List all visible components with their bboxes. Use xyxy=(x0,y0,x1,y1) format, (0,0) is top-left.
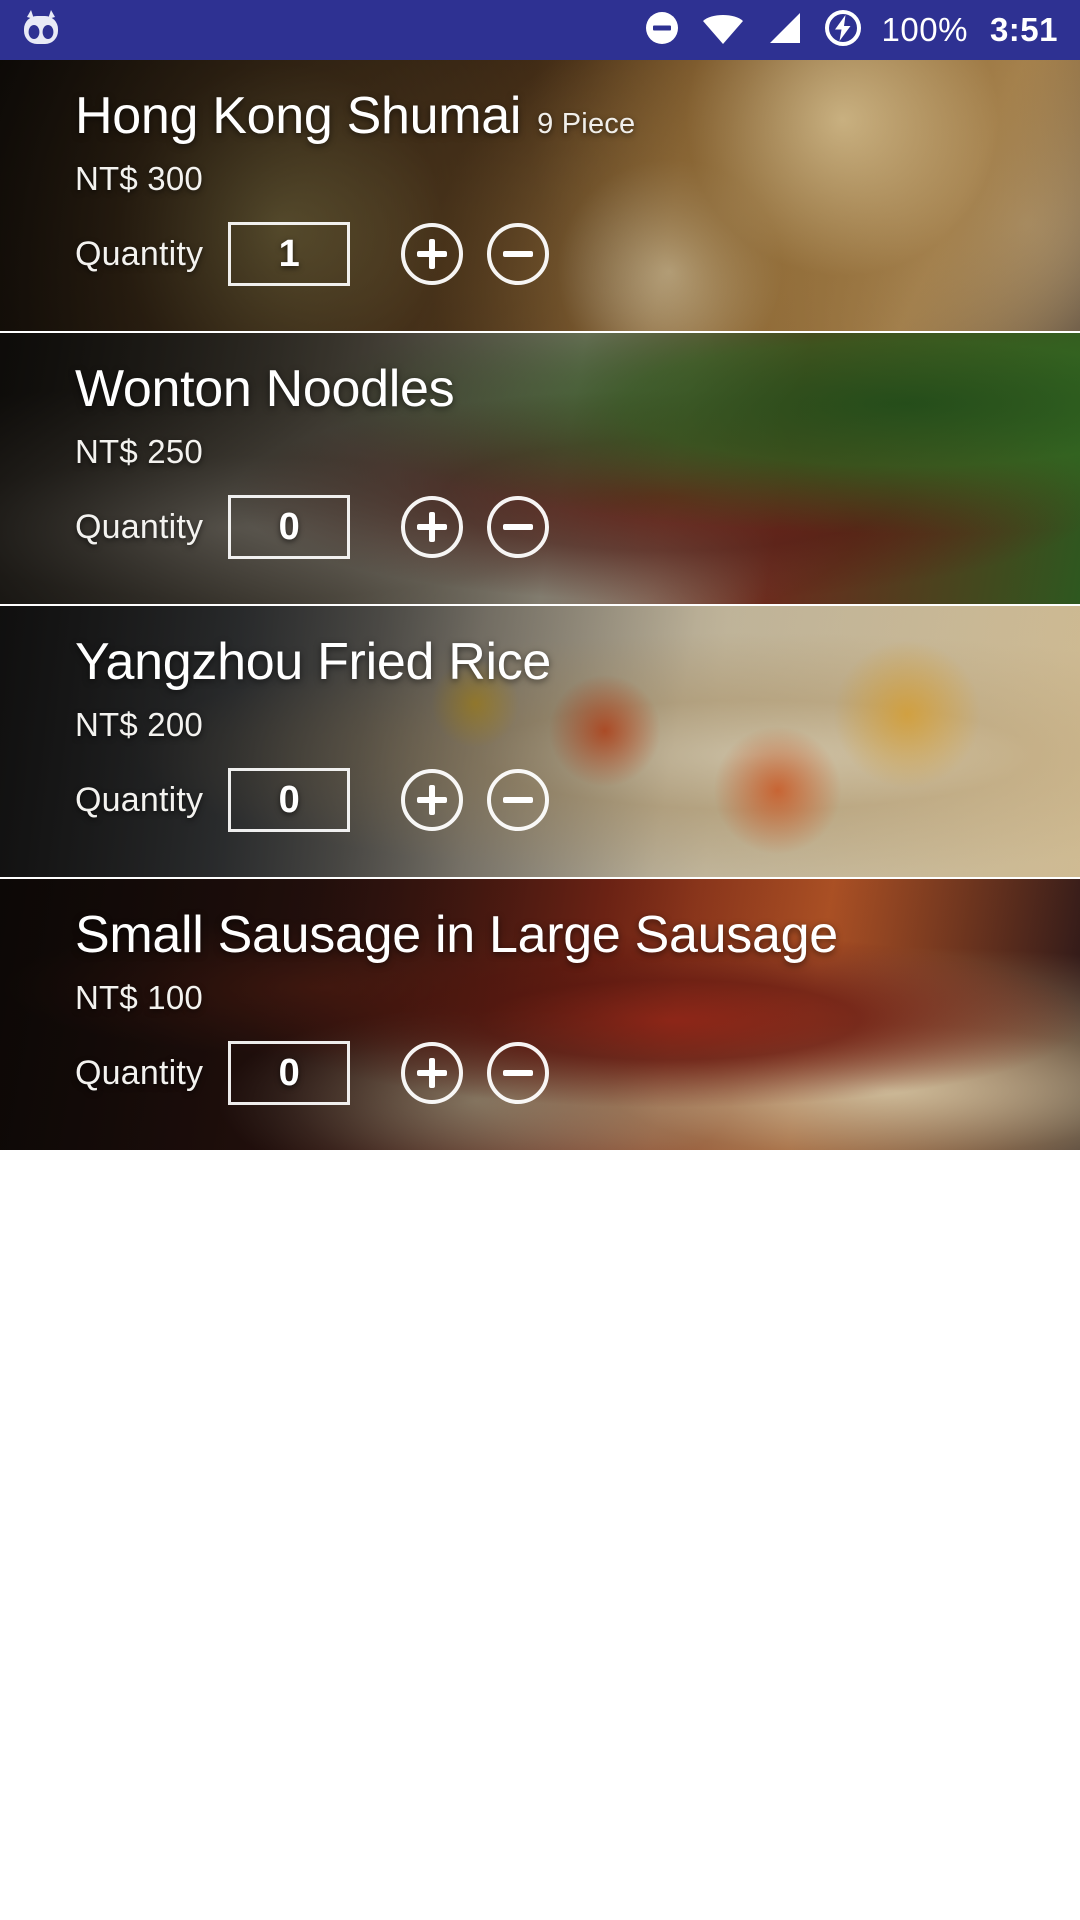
minus-icon xyxy=(503,524,534,531)
menu-item-subtitle: 9 Piece xyxy=(537,108,636,140)
quantity-row: Quantity 0 xyxy=(75,495,1080,560)
quantity-label: Quantity xyxy=(75,234,204,273)
battery-percent-label: 100% xyxy=(881,11,968,48)
card-title-row: Yangzhou Fried Rice xyxy=(75,634,1080,690)
minus-icon xyxy=(503,1070,534,1077)
menu-item-price: NT$ 300 xyxy=(75,160,203,198)
menu-item-card[interactable]: Yangzhou Fried Rice NT$ 200 Quantity 0 xyxy=(0,606,1080,879)
plus-icon-vertical xyxy=(429,1058,436,1089)
cellular-signal-icon xyxy=(764,8,804,53)
menu-item-name: Yangzhou Fried Rice xyxy=(75,633,552,691)
increase-quantity-button[interactable] xyxy=(401,769,464,832)
quantity-label: Quantity xyxy=(75,507,204,546)
quantity-row: Quantity 1 xyxy=(75,222,1080,287)
menu-item-name: Wonton Noodles xyxy=(75,360,455,418)
card-content: Small Sausage in Large Sausage NT$ 100 Q… xyxy=(0,879,1080,1150)
plus-icon-vertical xyxy=(429,512,436,543)
increase-quantity-button[interactable] xyxy=(401,223,464,286)
battery-charging-icon xyxy=(822,7,864,54)
quantity-row: Quantity 0 xyxy=(75,768,1080,833)
menu-item-price: NT$ 100 xyxy=(75,979,203,1017)
status-bar-clock: 3:51 xyxy=(989,11,1058,48)
decrease-quantity-button[interactable] xyxy=(487,496,550,559)
quantity-row: Quantity 0 xyxy=(75,1041,1080,1106)
menu-item-price: NT$ 250 xyxy=(75,433,203,471)
plus-icon-vertical xyxy=(429,239,436,270)
quantity-input[interactable]: 0 xyxy=(228,1041,351,1106)
status-bar-right: 100% 3:51 xyxy=(642,7,1058,54)
quantity-label: Quantity xyxy=(75,780,204,819)
quantity-label: Quantity xyxy=(75,1053,204,1092)
decrease-quantity-button[interactable] xyxy=(487,769,550,832)
menu-item-card[interactable]: Wonton Noodles NT$ 250 Quantity 0 xyxy=(0,333,1080,606)
plus-icon-vertical xyxy=(429,785,436,816)
status-bar: 100% 3:51 xyxy=(0,0,1080,60)
card-title-row: Wonton Noodles xyxy=(75,361,1080,417)
status-bar-left xyxy=(18,8,64,53)
quantity-input[interactable]: 0 xyxy=(228,495,351,560)
quantity-input[interactable]: 0 xyxy=(228,768,351,833)
increase-quantity-button[interactable] xyxy=(401,1042,464,1105)
minus-icon xyxy=(503,797,534,804)
increase-quantity-button[interactable] xyxy=(401,496,464,559)
card-content: Hong Kong Shumai 9 Piece NT$ 300 Quantit… xyxy=(0,60,1080,331)
minus-icon xyxy=(503,251,534,258)
do-not-disturb-icon xyxy=(642,8,682,53)
quantity-input[interactable]: 1 xyxy=(228,222,351,287)
menu-item-price: NT$ 200 xyxy=(75,706,203,744)
card-title-row: Small Sausage in Large Sausage xyxy=(75,907,1080,963)
card-content: Yangzhou Fried Rice NT$ 200 Quantity 0 xyxy=(0,606,1080,877)
menu-item-card[interactable]: Hong Kong Shumai 9 Piece NT$ 300 Quantit… xyxy=(0,60,1080,333)
decrease-quantity-button[interactable] xyxy=(487,1042,550,1105)
wifi-icon xyxy=(700,8,746,53)
menu-item-name: Small Sausage in Large Sausage xyxy=(75,906,838,964)
menu-item-card[interactable]: Small Sausage in Large Sausage NT$ 100 Q… xyxy=(0,879,1080,1152)
decrease-quantity-button[interactable] xyxy=(487,223,550,286)
card-content: Wonton Noodles NT$ 250 Quantity 0 xyxy=(0,333,1080,604)
card-title-row: Hong Kong Shumai 9 Piece xyxy=(75,88,1080,144)
menu-item-list: Hong Kong Shumai 9 Piece NT$ 300 Quantit… xyxy=(0,60,1080,1152)
cyanogenmod-logo-icon xyxy=(18,8,64,53)
menu-item-name: Hong Kong Shumai xyxy=(75,87,522,145)
